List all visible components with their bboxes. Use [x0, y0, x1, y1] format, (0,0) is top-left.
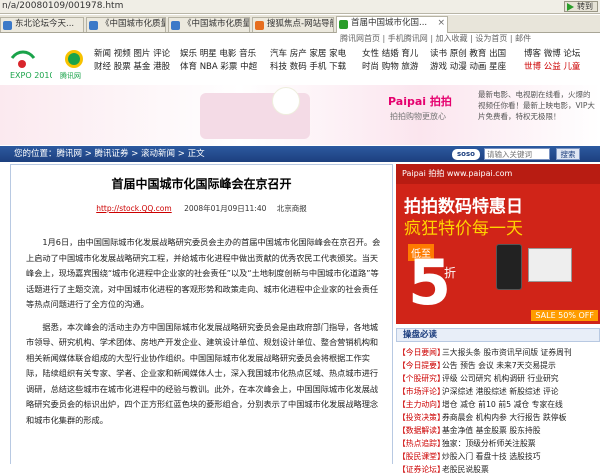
list-item[interactable]: 【数据解读】 基金净值 基金股票 股东持股	[396, 424, 600, 437]
browser-tab-strip: 东北论坛今天... 《中国城市化质量评... 《中国城市化质量评... 搜狐焦点…	[0, 15, 600, 33]
page-icon	[3, 21, 12, 30]
nav-group-women[interactable]: 女性 结婚 育儿 时尚 购物 旅游	[362, 48, 418, 74]
page-icon	[171, 21, 180, 30]
article-body: 1月6日，由中国国际城市化发展战略研究委员会主办的首届中国城市化国际峰会在京召开…	[26, 235, 381, 435]
page-icon	[339, 20, 348, 29]
list-item[interactable]: 【市场评论】 沪深综述 港股综述 新股综述 评论	[396, 385, 600, 398]
ad-brand: Paipai 拍拍 www.paipai.com	[396, 164, 600, 184]
tab-3[interactable]: 《中国城市化质量评...	[168, 17, 250, 32]
must-read-list: 【今日要闻】 三大报头条 股市资讯早间版 证券周刊 【今日提要】 公告 预告 会议 …	[396, 346, 600, 476]
article-panel: 首届中国城市化国际峰会在京召开 http://stock.QQ.com 2008…	[10, 164, 393, 464]
nav-group-news[interactable]: 新闻 视频 图片 评论 财经 股票 基金 港股	[94, 48, 170, 74]
source-link[interactable]: http://stock.QQ.com	[96, 204, 171, 213]
banner-right-text: 最新电影、电视剧在线看，火爆的视频任你看！最新上映电影，VIP大片免费看，特权无…	[478, 90, 595, 121]
list-item[interactable]: 【今日提要】 公告 预告 会议 未来7天交易提示	[396, 359, 600, 372]
tab-1[interactable]: 东北论坛今天...	[0, 17, 84, 32]
must-read-title: 操盘必读	[396, 328, 600, 342]
article-meta: http://stock.QQ.com 2008年01月09日11:40 北京商…	[11, 203, 392, 214]
breadcrumb: 您的位置：腾讯网 > 腾讯证券 > 滚动新闻 > 正文 soso 搜索	[0, 146, 600, 162]
laptop-image	[528, 248, 572, 282]
paipai-ad[interactable]: Paipai 拍拍 www.paipai.com 拍拍数码特惠日 疯狂特价每一天…	[396, 164, 600, 324]
nav-group-books[interactable]: 读书 原创 教育 出国 游戏 动漫 动画 星座	[430, 48, 506, 74]
site-header: 腾讯网首页 | 手机腾讯网 | 加入收藏 | 设为首页 | 邮件 EXPO 20…	[0, 34, 600, 84]
nav-group-blog[interactable]: 博客 微博 论坛 世博 公益 儿童	[524, 48, 580, 74]
page-icon	[255, 21, 264, 30]
ad-five: 5	[408, 246, 452, 319]
qq-logo-text: 腾讯网	[60, 71, 81, 80]
ad-line2: 疯狂特价每一天	[404, 219, 523, 239]
breadcrumb-path[interactable]: 您的位置：腾讯网 > 腾讯证券 > 滚动新闻 > 正文	[14, 146, 205, 162]
expo-logo[interactable]: EXPO 2010	[8, 48, 55, 82]
list-item[interactable]: 【主力动向】 增仓 减仓 前10 前5 减仓 专家在线	[396, 398, 600, 411]
page-icon	[89, 21, 98, 30]
top-links[interactable]: 腾讯网首页 | 手机腾讯网 | 加入收藏 | 设为首页 | 邮件	[0, 34, 600, 44]
list-item[interactable]: 【热点追踪】 独家：顶级分析师关注股票	[396, 437, 600, 450]
nav-group-auto[interactable]: 汽车 房产 家居 家电 科技 数码 手机 下载	[270, 48, 346, 74]
qq-logo[interactable]: 腾讯网	[60, 48, 88, 80]
expo-logo-text: EXPO 2010	[10, 71, 52, 80]
close-tab-icon[interactable]: ×	[437, 17, 445, 30]
banner-ad[interactable]: Paipai 拍拍 拍拍购物更放心 最新电影、电视剧在线看，火爆的视频任你看！最…	[0, 85, 600, 145]
phone-image	[496, 244, 522, 290]
article-datetime: 2008年01月09日11:40	[184, 204, 267, 213]
article-publisher: 北京商报	[276, 204, 307, 213]
address-bar[interactable]: n/a/20080109/001978.htm 转到	[0, 0, 600, 14]
list-item[interactable]: 【投资决策】 券商晨会 机构内参 大行报告 跌停板	[396, 411, 600, 424]
tab-active[interactable]: 首届中国城市化国... ×	[336, 16, 448, 33]
paragraph-2: 据悉，本次峰会的活动主办方中国国际城市化发展战略研究委员会是由政府部门指导，各地…	[26, 321, 379, 425]
paipai-label: Paipai 拍拍	[388, 95, 452, 108]
search-button[interactable]: 搜索	[556, 148, 580, 160]
list-item[interactable]: 【今日要闻】 三大报头条 股市资讯早间版 证券周刊	[396, 346, 600, 359]
paragraph-1: 1月6日，由中国国际城市化发展战略研究委员会主办的首届中国城市化国际峰会在京召开…	[26, 237, 381, 309]
nav-group-ent[interactable]: 娱乐 明星 电影 音乐 体育 NBA 彩票 中超	[180, 48, 257, 74]
search-input[interactable]	[484, 148, 550, 160]
list-item[interactable]: 【个股研究】 评级 公司研究 机构调研 行业研究	[396, 372, 600, 385]
paipai-sub: 拍拍购物更放心	[390, 112, 446, 121]
url-text[interactable]: n/a/20080109/001978.htm	[2, 1, 123, 11]
article-title: 首届中国城市化国际峰会在京召开	[111, 177, 292, 191]
ad-sale: SALE 50% OFF	[531, 310, 598, 321]
go-button[interactable]: 转到	[564, 1, 598, 12]
list-item[interactable]: 【股民课堂】 炒股入门 看盘十技 选股技巧	[396, 450, 600, 463]
list-item[interactable]: 【证券论坛】 老股民说股票	[396, 463, 600, 476]
tab-2[interactable]: 《中国城市化质量评...	[86, 17, 166, 32]
bear-image	[272, 87, 300, 115]
sidebar: Paipai 拍拍 www.paipai.com 拍拍数码特惠日 疯狂特价每一天…	[396, 164, 600, 474]
ad-zhe: 折	[444, 266, 457, 280]
soso-logo: soso	[452, 149, 480, 160]
tab-4[interactable]: 搜狐焦点-网站导航	[252, 17, 334, 32]
